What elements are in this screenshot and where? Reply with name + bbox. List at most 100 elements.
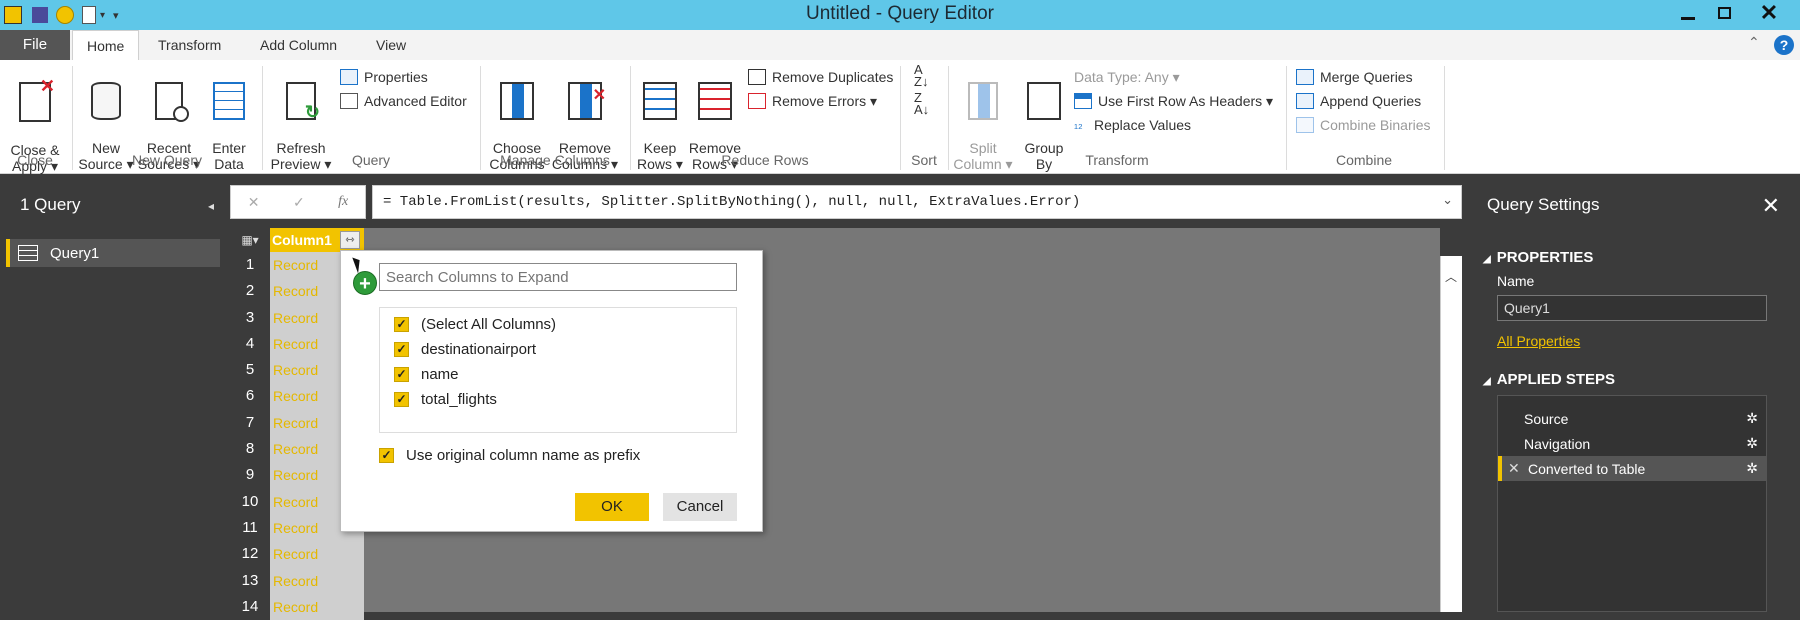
cancel-button[interactable]: Cancel bbox=[663, 493, 737, 521]
collapse-triangle-icon: ◢ bbox=[1483, 376, 1491, 387]
gear-icon[interactable]: ✲ bbox=[1746, 435, 1758, 452]
table-icon bbox=[18, 245, 38, 261]
tab-file[interactable]: File bbox=[0, 30, 70, 60]
append-queries-button[interactable]: Append Queries bbox=[1296, 90, 1421, 112]
prefix-label: Use original column name as prefix bbox=[406, 447, 641, 464]
ok-button[interactable]: OK bbox=[575, 493, 649, 521]
vertical-scrollbar[interactable]: ︿ bbox=[1440, 256, 1462, 612]
data-type-label: Data Type: Any ▾ bbox=[1074, 68, 1180, 85]
restore-button[interactable] bbox=[1706, 0, 1742, 26]
combine-binaries-icon bbox=[1296, 117, 1314, 133]
scroll-up-icon[interactable]: ︿ bbox=[1445, 268, 1457, 285]
row-number: 11 bbox=[242, 518, 258, 536]
replace-values-button[interactable]: ₁₂ Replace Values bbox=[1074, 114, 1191, 136]
properties-label: Properties bbox=[364, 69, 428, 85]
use-first-row-button[interactable]: Use First Row As Headers ▾ bbox=[1074, 90, 1273, 112]
row-number: 7 bbox=[245, 413, 255, 431]
split-column-icon bbox=[968, 82, 998, 120]
row-number: 10 bbox=[241, 492, 259, 510]
checkbox-checked-icon: ✓ bbox=[394, 391, 409, 407]
gear-icon[interactable]: ✲ bbox=[1746, 410, 1758, 427]
gear-icon[interactable]: ✲ bbox=[1746, 460, 1758, 477]
tab-add-column[interactable]: Add Column bbox=[246, 30, 351, 60]
fx-icon[interactable]: fx bbox=[338, 194, 348, 210]
help-icon[interactable]: ? bbox=[1774, 35, 1794, 55]
tab-home[interactable]: Home bbox=[72, 30, 140, 61]
separator bbox=[900, 66, 901, 170]
delete-step-icon[interactable]: ✕ bbox=[1508, 460, 1520, 477]
replace-values-icon: ₁₂ bbox=[1074, 117, 1083, 131]
search-columns-input[interactable] bbox=[379, 263, 737, 291]
remove-duplicates-button[interactable]: Remove Duplicates bbox=[748, 66, 893, 88]
data-type-dropdown[interactable]: Data Type: Any ▾ bbox=[1074, 66, 1180, 88]
table-icon bbox=[213, 82, 245, 120]
step-item[interactable]: Source ✲ bbox=[1498, 406, 1766, 431]
collapse-ribbon-icon[interactable]: ⌃ bbox=[1748, 34, 1760, 51]
merge-queries-button[interactable]: Merge Queries bbox=[1296, 66, 1413, 88]
properties-icon bbox=[340, 69, 358, 85]
row-number: 9 bbox=[245, 466, 255, 484]
step-name: Converted to Table bbox=[1528, 460, 1646, 477]
properties-button[interactable]: Properties bbox=[340, 66, 428, 88]
minimize-button[interactable] bbox=[1670, 0, 1706, 26]
expand-column-icon[interactable]: ⇿ bbox=[340, 231, 360, 249]
column-checkbox[interactable]: ✓ destinationairport bbox=[394, 339, 536, 359]
column-checkbox[interactable]: ✓ total_flights bbox=[394, 389, 497, 409]
advanced-editor-button[interactable]: Advanced Editor bbox=[340, 90, 467, 112]
ribbon-tabs: File Home Transform Add Column View ⌃ ? bbox=[0, 30, 1800, 61]
step-item-selected[interactable]: ✕ Converted to Table ✲ bbox=[1498, 456, 1766, 481]
record-link[interactable]: Record bbox=[270, 568, 364, 594]
close-pane-icon[interactable]: ✕ bbox=[1762, 193, 1780, 219]
advanced-editor-icon bbox=[340, 93, 358, 109]
collapse-pane-icon[interactable]: ◂ bbox=[208, 199, 214, 213]
applied-steps-header: APPLIED STEPS bbox=[1496, 371, 1616, 388]
column-header-label: Column1 bbox=[272, 232, 332, 248]
close-apply-icon: ✕ bbox=[19, 77, 55, 122]
formula-text: = Table.FromList(results, Splitter.Split… bbox=[383, 194, 1081, 210]
row-number: 14 bbox=[241, 597, 259, 615]
cancel-formula-icon[interactable]: ✕ bbox=[248, 194, 260, 211]
applied-steps-section[interactable]: ◢ APPLIED STEPS bbox=[1483, 371, 1615, 388]
column-option-label: destinationairport bbox=[421, 340, 537, 358]
separator bbox=[72, 66, 73, 170]
column-option-label: total_flights bbox=[421, 390, 497, 408]
step-item[interactable]: Navigation ✲ bbox=[1498, 431, 1766, 456]
record-link[interactable]: Record bbox=[270, 594, 364, 620]
applied-steps-list: Source ✲ Navigation ✲ ✕ Converted to Table ✲ bbox=[1497, 395, 1767, 612]
row-number: 6 bbox=[245, 387, 255, 405]
database-icon bbox=[91, 82, 121, 120]
use-first-row-label: Use First Row As Headers ▾ bbox=[1098, 92, 1274, 109]
formula-input[interactable]: = Table.FromList(results, Splitter.Split… bbox=[372, 185, 1462, 219]
checkbox-checked-icon: ✓ bbox=[394, 341, 409, 357]
query-name-input[interactable]: Query1 bbox=[1497, 295, 1767, 321]
prefix-checkbox[interactable]: ✓ Use original column name as prefix bbox=[379, 447, 640, 464]
record-link[interactable]: Record bbox=[270, 541, 364, 567]
tab-transform[interactable]: Transform bbox=[144, 30, 235, 60]
close-window-button[interactable]: ✕ bbox=[1742, 0, 1796, 26]
tab-view[interactable]: View bbox=[362, 30, 420, 60]
group-new-query: New Query bbox=[131, 152, 203, 168]
chevron-down-icon[interactable]: ⌄ bbox=[1442, 192, 1453, 208]
commit-formula-icon[interactable]: ✓ bbox=[293, 194, 305, 211]
combine-binaries-button[interactable]: Combine Binaries bbox=[1296, 114, 1431, 136]
group-combine: Combine bbox=[1335, 152, 1393, 168]
select-all-checkbox[interactable]: ✓ (Select All Columns) bbox=[394, 314, 556, 334]
separator bbox=[480, 66, 481, 170]
query-item[interactable]: Query1 bbox=[6, 239, 220, 267]
remove-errors-button[interactable]: Remove Errors ▾ bbox=[748, 90, 877, 112]
column-checkbox[interactable]: ✓ name bbox=[394, 364, 459, 384]
group-transform: Transform bbox=[1085, 152, 1149, 168]
collapse-triangle-icon: ◢ bbox=[1483, 254, 1491, 265]
merge-queries-label: Merge Queries bbox=[1320, 69, 1413, 85]
advanced-editor-label: Advanced Editor bbox=[364, 93, 467, 109]
queries-header: 1 Query bbox=[20, 195, 81, 214]
properties-section[interactable]: ◢ PROPERTIES bbox=[1483, 249, 1593, 266]
sort-ascending-button[interactable]: A Z↓ bbox=[914, 63, 928, 88]
column-list: ✓ (Select All Columns) ✓ destinationairpor… bbox=[379, 307, 737, 433]
query-settings-pane: Query Settings ✕ ◢ PROPERTIES Name Query1… bbox=[1467, 175, 1800, 612]
table-menu-icon[interactable]: ▦▾ bbox=[230, 228, 270, 252]
row-number: 13 bbox=[241, 571, 259, 589]
all-properties-link[interactable]: All Properties bbox=[1497, 333, 1580, 349]
append-queries-label: Append Queries bbox=[1320, 93, 1422, 109]
sort-descending-button[interactable]: Z A↓ bbox=[914, 91, 929, 116]
